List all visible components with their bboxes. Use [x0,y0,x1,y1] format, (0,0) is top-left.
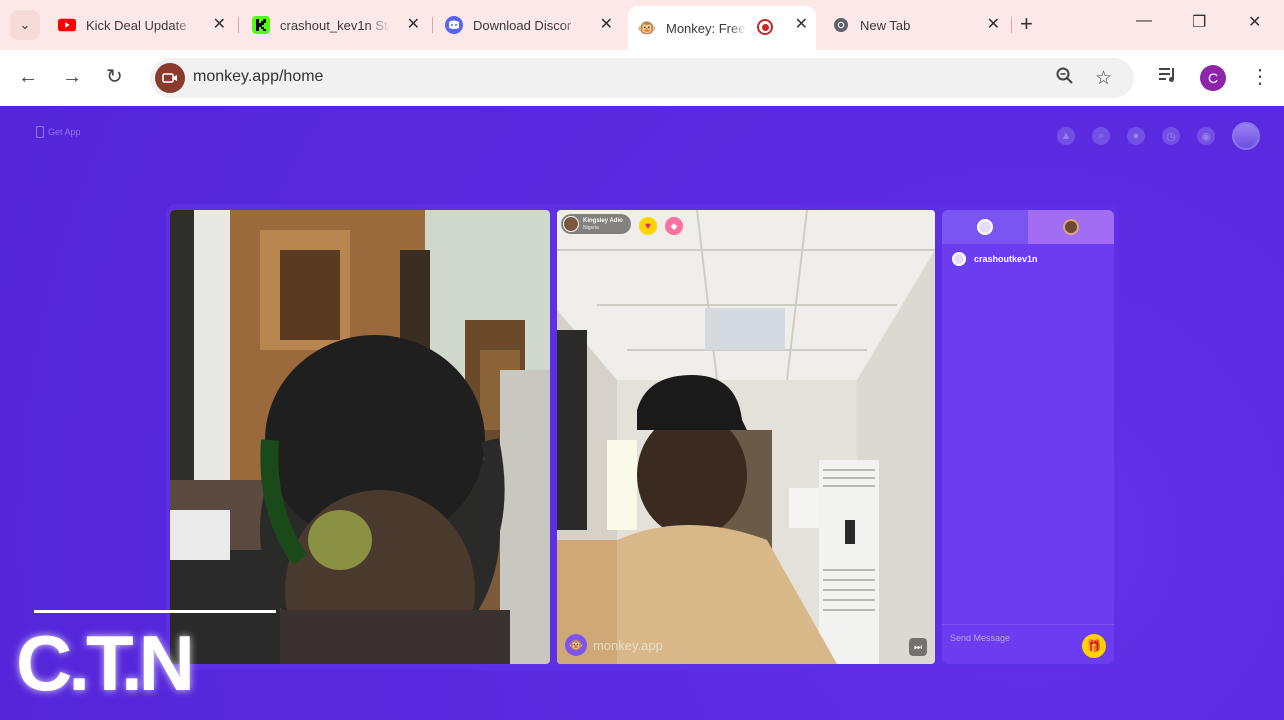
coin-icon[interactable]: ● [1127,127,1145,145]
tab-divider [1011,17,1012,33]
tab-crashout-stream[interactable]: crashout_kev1n St ✕ [242,8,428,42]
tab-kick-deal[interactable]: Kick Deal Update ✕ [48,8,234,42]
message-avatar [952,252,966,266]
peer-avatar [563,216,579,232]
shop-icon[interactable]: ▲ [1057,127,1075,145]
chat-panel: crashoutkev1n Send Message 🎁 [942,210,1114,664]
close-tab-icon[interactable]: ✕ [600,17,613,33]
close-window-icon[interactable]: ✕ [1248,12,1261,32]
phone-icon [36,126,44,138]
profile-avatar[interactable]: C [1200,65,1226,91]
new-tab-plus-icon[interactable]: + [1020,12,1033,36]
zoom-icon[interactable] [1056,67,1074,91]
gem-icon[interactable]: ◆ [665,217,683,235]
more-menu-icon[interactable]: ⋮ [1250,64,1270,89]
chat-username: crashoutkev1n [974,254,1038,264]
get-app-label: Get App [48,127,81,137]
tab-self-chat[interactable] [942,210,1028,244]
kick-icon [252,16,270,34]
peer-avatar-small [1063,219,1079,235]
tab-monkey[interactable]: 🐵 Monkey: Free ✕ [628,6,816,50]
restore-window-icon[interactable]: ❐ [1192,12,1206,32]
tab-divider [238,17,239,33]
discord-icon [445,16,463,34]
chat-icon[interactable]: ◉ [1197,127,1215,145]
url-text[interactable]: monkey.app/home [193,68,323,86]
heart-icon[interactable]: ♥ [639,217,657,235]
self-avatar [977,219,993,235]
monkey-app: Get App ▲ ⌕ ● ◷ ◉ Kingsley Adio Nigeria … [0,106,1284,720]
chat-message: crashoutkev1n [952,252,1038,266]
media-controls-icon[interactable] [1158,66,1178,89]
close-tab-icon[interactable]: ✕ [795,17,808,33]
reload-icon[interactable]: ↻ [106,65,123,89]
minimize-icon[interactable]: — [1136,12,1152,30]
browser-toolbar: ← → ↻ monkey.app/home ☆ ⋮ [0,50,1284,106]
monkey-logo-icon: 🐵 [565,634,587,656]
message-placeholder[interactable]: Send Message [950,633,1010,643]
tab-download-discord[interactable]: Download Discor ✕ [435,8,621,42]
close-tab-icon[interactable]: ✕ [213,17,226,33]
search-icon[interactable]: ⌕ [1092,127,1110,145]
remote-camera-feed [557,210,935,664]
tab-peer-chat[interactable] [1028,210,1114,244]
video-camera-icon[interactable] [155,63,185,93]
peer-country: Nigeria [583,224,599,231]
ctn-overlay-logo: C.T.N [16,619,195,707]
watermark-text: monkey.app [593,637,663,653]
tab-title: Kick Deal Update [86,17,187,33]
close-tab-icon[interactable]: ✕ [987,17,1000,33]
history-icon[interactable]: ◷ [1162,127,1180,145]
video-chat-stage: Kingsley Adio Nigeria ♥ ◆ 🐵 monkey.app ⏭… [166,204,1118,670]
tab-title: Download Discor [473,17,572,33]
get-app-link[interactable]: Get App [36,126,81,138]
peer-info-badge[interactable]: Kingsley Adio Nigeria [561,214,631,234]
message-input[interactable]: Send Message 🎁 [942,624,1114,664]
back-arrow-icon[interactable]: ← [18,65,38,89]
skip-next-icon[interactable]: ⏭ [909,638,927,656]
local-camera-feed [170,210,550,664]
chrome-icon [832,16,850,34]
peer-name: Kingsley Adio [583,217,623,224]
chevron-down-icon: ⌄ [19,17,31,32]
tab-title: New Tab [860,17,911,33]
chat-tabs [942,210,1114,244]
address-bar[interactable]: monkey.app/home ☆ [150,58,1134,98]
remote-video: Kingsley Adio Nigeria ♥ ◆ 🐵 monkey.app ⏭ [557,210,935,664]
close-tab-icon[interactable]: ✕ [407,17,420,33]
gift-icon[interactable]: 🎁 [1082,634,1106,658]
progress-strip [34,610,276,613]
local-video [170,210,550,664]
monkey-icon: 🐵 [637,20,657,37]
youtube-icon [58,16,76,34]
monkey-watermark: 🐵 monkey.app [565,634,663,656]
tab-strip: ⌄ Kick Deal Update ✕ crashout_kev1n St ✕… [0,0,1284,50]
user-avatar[interactable] [1232,122,1260,150]
tab-title: Monkey: Free [666,20,746,36]
forward-arrow-icon[interactable]: → [62,65,82,89]
app-top-nav: ▲ ⌕ ● ◷ ◉ [1057,122,1260,150]
tab-title: crashout_kev1n St [280,17,388,33]
tab-search-button[interactable]: ⌄ [10,10,40,40]
tab-divider [432,17,433,33]
tab-new-tab[interactable]: New Tab ✕ [822,8,1008,42]
bookmark-star-icon[interactable]: ☆ [1095,67,1112,90]
recording-icon [757,19,773,35]
